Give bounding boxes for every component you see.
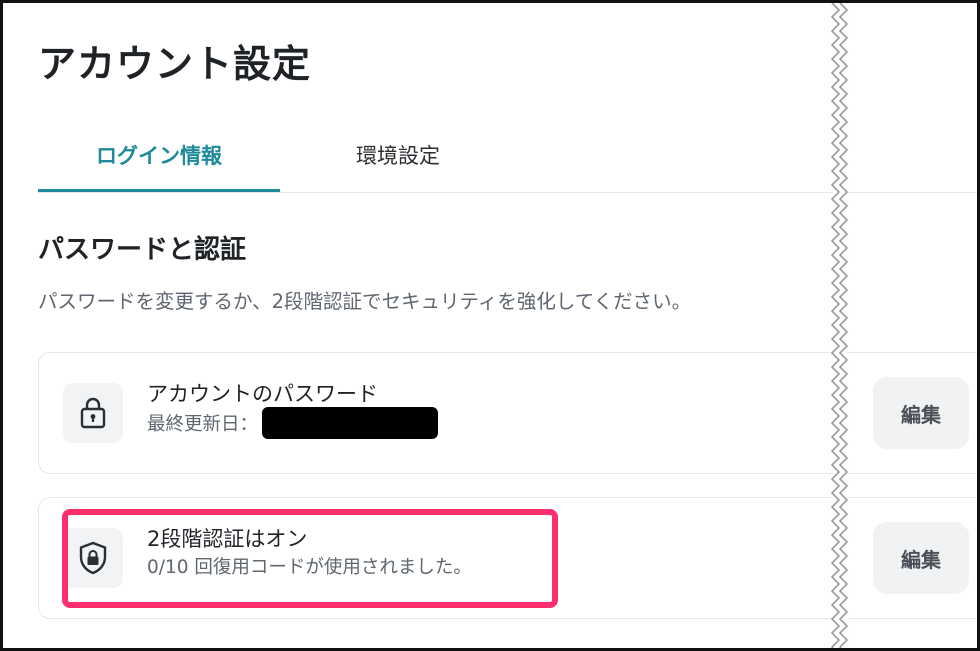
lock-icon bbox=[63, 383, 123, 443]
two-factor-title: 2段階認証はオン bbox=[147, 527, 308, 551]
tab-login-info[interactable]: ログイン情報 bbox=[38, 129, 280, 192]
password-updated-label: 最終更新日： bbox=[147, 414, 259, 435]
redacted-date bbox=[262, 407, 439, 439]
shield-lock-icon bbox=[63, 528, 123, 588]
screenshot-frame: アカウント設定 ログイン情報 環境設定 パスワードと認証 パスワードを変更するか… bbox=[0, 0, 980, 651]
password-card: アカウントのパスワード 最終更新日： 編集 bbox=[38, 352, 977, 474]
tab-preferences[interactable]: 環境設定 bbox=[318, 129, 478, 192]
page-title: アカウント設定 bbox=[38, 42, 312, 86]
recovery-codes-status: 0/10 回復用コードが使用されました。 bbox=[147, 557, 472, 578]
two-factor-card-text: 2段階認証はオン 0/10 回復用コードが使用されました。 bbox=[147, 524, 472, 582]
tab-bar: ログイン情報 環境設定 bbox=[38, 129, 977, 193]
section-description: パスワードを変更するか、2段階認証でセキュリティを強化してください。 bbox=[38, 290, 692, 313]
section-title: パスワードと認証 bbox=[38, 235, 247, 265]
password-updated: 最終更新日： bbox=[147, 407, 439, 441]
two-factor-card: 2段階認証はオン 0/10 回復用コードが使用されました。 編集 bbox=[38, 497, 977, 619]
edit-password-button[interactable]: 編集 bbox=[873, 377, 969, 449]
password-card-text: アカウントのパスワード 最終更新日： bbox=[147, 379, 439, 441]
edit-two-factor-button[interactable]: 編集 bbox=[873, 522, 969, 594]
password-title: アカウントのパスワード bbox=[147, 382, 378, 406]
